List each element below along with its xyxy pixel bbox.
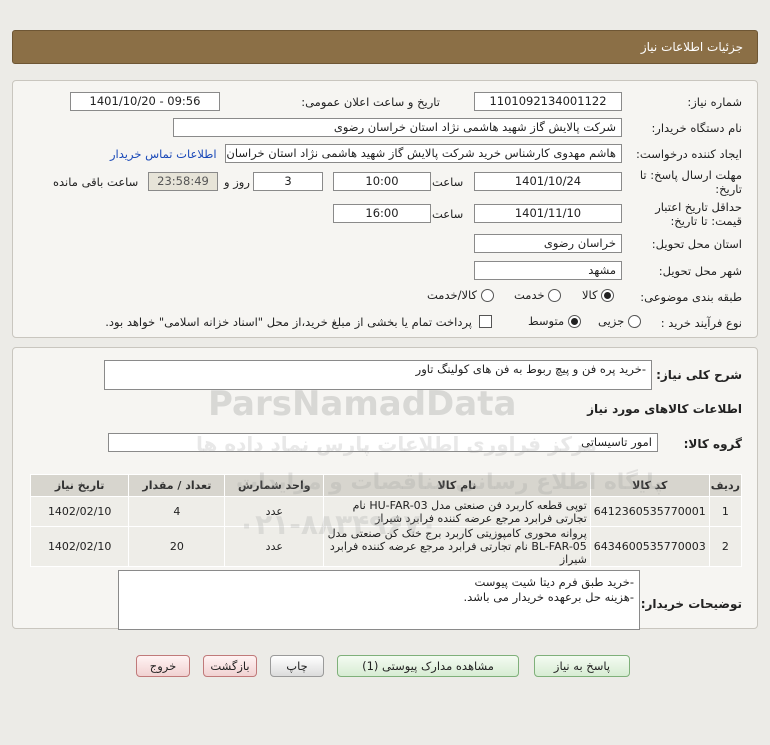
row-unit: عدد	[224, 496, 325, 527]
row-code: 6412360535770001	[589, 496, 710, 527]
announce-field: 1401/10/20 - 09:56	[70, 92, 220, 111]
process-label: نوع فرآیند خرید :	[660, 316, 742, 330]
process-minor-label: جزیی	[598, 314, 625, 328]
col-name: نام کالا	[323, 474, 591, 497]
exit-button[interactable]: خروج	[136, 655, 190, 677]
days-label: روز و	[224, 175, 250, 189]
goods-group-field: امور تاسیساتی	[108, 433, 658, 452]
announce-label: تاریخ و ساعت اعلان عمومی:	[301, 95, 440, 109]
payment-note: پرداخت تمام یا بخشی از مبلغ خرید،از محل …	[105, 315, 472, 329]
category-service-label: خدمت	[514, 288, 545, 302]
process-minor-radio[interactable]	[627, 315, 641, 328]
description-label: شرح کلی نیاز:	[656, 368, 742, 382]
validity-time-label: ساعت	[432, 207, 464, 221]
buyer-org-label: نام دستگاه خریدار:	[651, 121, 742, 135]
goods-table: ردیف کد کالا نام کالا واحد شمارش تعداد /…	[29, 474, 743, 567]
category-goods-service-radio[interactable]	[480, 289, 494, 302]
province-label: استان محل تحویل:	[651, 237, 742, 251]
back-button[interactable]: بازگشت	[203, 655, 257, 677]
category-option-goods[interactable]: کالا	[582, 288, 615, 302]
process-medium-radio[interactable]	[567, 315, 581, 328]
buyer-notes-line-2: -هزینه حل برعهده خریدار می باشد.	[463, 590, 634, 604]
category-goods-radio[interactable]	[601, 289, 615, 302]
validity-time-field: 16:00	[333, 204, 431, 223]
row-qty: 20	[128, 526, 226, 567]
remaining-time-field: 23:58:49	[148, 172, 218, 191]
province-field: خراسان رضوی	[474, 234, 622, 253]
need-number-field: 1101092134001122	[474, 92, 622, 111]
reply-button[interactable]: پاسخ به نیاز	[534, 655, 630, 677]
table-row: 2 6434600535770003 پروانه محوری کامپوزیت…	[29, 526, 743, 567]
row-number: 2	[708, 526, 743, 567]
buyer-notes-field: -خرید طبق فرم دیتا شیت پیوست -هزینه حل ب…	[118, 570, 640, 630]
creator-label: ایجاد کننده درخواست:	[636, 147, 742, 161]
page-header: جزئیات اطلاعات نیاز	[12, 30, 758, 64]
days-field: 3	[253, 172, 323, 191]
category-goods-service-label: کالا/خدمت	[427, 288, 478, 302]
category-goods-label: کالا	[582, 288, 598, 302]
col-unit: واحد شمارش	[224, 474, 325, 497]
need-number-label: شماره نیاز:	[687, 95, 742, 109]
process-medium-label: متوسط	[528, 314, 565, 328]
category-service-radio[interactable]	[548, 289, 562, 302]
treasury-payment-checkbox[interactable]	[479, 315, 492, 328]
city-label: شهر محل تحویل:	[658, 264, 742, 278]
print-button[interactable]: چاپ	[270, 655, 324, 677]
buyer-notes-label: توضیحات خریدار:	[640, 597, 742, 611]
buyer-org-field: شرکت پالایش گاز شهید هاشمی نژاد استان خر…	[173, 118, 622, 137]
goods-group-label: گروه کالا:	[683, 437, 742, 451]
col-row: ردیف	[708, 474, 743, 497]
remaining-label: ساعت باقی مانده	[53, 175, 139, 189]
buyer-notes-line-1: -خرید طبق فرم دیتا شیت پیوست	[474, 575, 634, 589]
deadline-date-field: 1401/10/24	[474, 172, 622, 191]
row-code: 6434600535770003	[589, 526, 710, 567]
validity-label: حداقل تاریخ اعتبار	[655, 200, 742, 214]
process-option-minor[interactable]: جزیی	[598, 314, 641, 328]
row-date: 1402/02/10	[29, 526, 130, 567]
row-date: 1402/02/10	[29, 496, 130, 527]
row-name: پروانه محوری کامپوزیتی کاربرد برج خنک کن…	[323, 526, 591, 567]
validity-date-field: 1401/11/10	[474, 204, 622, 223]
row-unit: عدد	[224, 526, 325, 567]
category-option-goods-service[interactable]: کالا/خدمت	[427, 288, 494, 302]
view-documents-button[interactable]: مشاهده مدارک پیوستی (1)	[337, 655, 519, 677]
row-qty: 4	[128, 496, 226, 527]
col-code: کد کالا	[589, 474, 710, 497]
deadline-time-field: 10:00	[333, 172, 431, 191]
process-option-medium[interactable]: متوسط	[528, 314, 581, 328]
table-row: 1 6412360535770001 توپی قطعه کاربرد فن ص…	[29, 496, 743, 527]
deadline-label: مهلت ارسال پاسخ: تا	[639, 168, 742, 182]
creator-field: هاشم مهدوی کارشناس خرید شرکت پالایش گاز …	[225, 144, 622, 163]
category-option-service[interactable]: خدمت	[514, 288, 562, 302]
row-name: توپی قطعه کاربرد فن صنعتی مدل HU-FAR-03 …	[323, 496, 591, 527]
col-qty: تعداد / مقدار	[128, 474, 226, 497]
col-date: تاریخ نیاز	[29, 474, 130, 497]
category-label: طبقه بندی موضوعی:	[640, 290, 742, 304]
deadline-time-label: ساعت	[432, 175, 464, 189]
page-title: جزئیات اطلاعات نیاز	[640, 40, 743, 54]
contact-buyer-link[interactable]: اطلاعات تماس خریدار	[110, 147, 217, 161]
goods-table-header: ردیف کد کالا نام کالا واحد شمارش تعداد /…	[29, 474, 743, 497]
goods-section-title: اطلاعات کالاهای مورد نیاز	[587, 402, 742, 416]
city-field: مشهد	[474, 261, 622, 280]
deadline-label-2: تاریخ:	[715, 182, 742, 196]
row-number: 1	[708, 496, 743, 527]
description-field: -خرید پره فن و پیچ ربوط به فن های کولینگ…	[104, 360, 652, 390]
validity-label-2: قیمت: تا تاریخ:	[670, 214, 742, 228]
